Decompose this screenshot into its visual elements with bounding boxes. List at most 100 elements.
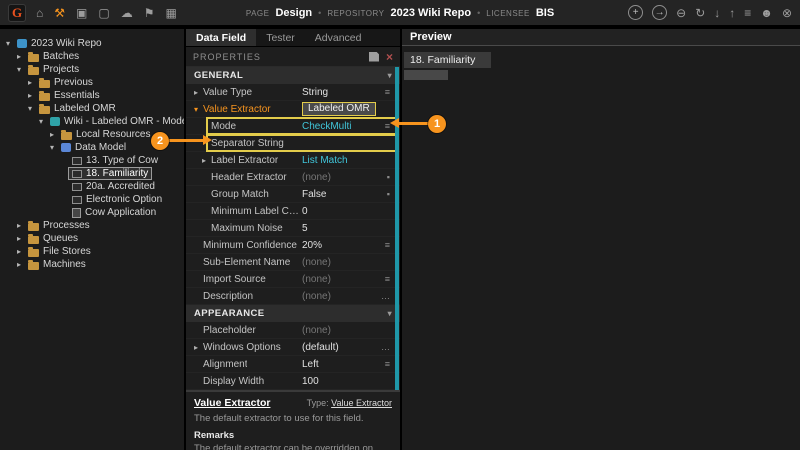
chevron-down-icon: ▾: [388, 309, 392, 318]
preview-item-18-familiarity[interactable]: 18. Familiarity: [404, 52, 491, 68]
help-type-link[interactable]: Value Extractor: [331, 398, 392, 408]
property-value-sub-element-name[interactable]: (none): [302, 257, 390, 268]
menu-icon[interactable]: ≡: [385, 274, 390, 284]
user-icon[interactable]: ☻: [760, 7, 773, 19]
folder-icon: [39, 80, 50, 88]
property-value-label-extractor[interactable]: List Match: [302, 155, 390, 166]
property-value-windows-options[interactable]: (default): [302, 342, 381, 353]
chevron-right-icon[interactable]: ▸: [194, 88, 203, 97]
scrollbar[interactable]: [395, 67, 399, 390]
refresh-icon[interactable]: ↻: [695, 7, 705, 19]
chevron-down-icon[interactable]: ▾: [14, 65, 24, 74]
design-wrench-icon[interactable]: ⚒: [54, 7, 65, 19]
section-header-appearance[interactable]: APPEARANCE▾: [186, 305, 400, 322]
property-value-value-extractor[interactable]: Labeled OMR: [302, 102, 376, 116]
preview-subitem: [404, 70, 448, 80]
chevron-right-icon[interactable]: ▸: [25, 91, 35, 100]
upload-icon[interactable]: ↑: [729, 7, 735, 19]
home-icon[interactable]: ⌂: [36, 7, 43, 19]
chevron-down-icon[interactable]: ▾: [194, 105, 203, 114]
property-value-mode[interactable]: CheckMulti: [302, 121, 385, 132]
tree-item-electronic-option[interactable]: Electronic Option: [0, 193, 184, 206]
chevron-right-icon[interactable]: ▸: [47, 130, 57, 139]
chevron-right-icon[interactable]: ▸: [14, 52, 24, 61]
tree-item-queues[interactable]: ▸Queues: [0, 232, 184, 245]
chevron-down-icon[interactable]: ▾: [47, 143, 57, 152]
property-value-alignment[interactable]: Left: [302, 359, 385, 370]
tree-item-cow-application[interactable]: Cow Application: [0, 206, 184, 219]
tree-item-processes[interactable]: ▸Processes: [0, 219, 184, 232]
menu-icon[interactable]: ≡: [385, 87, 390, 97]
chevron-right-icon[interactable]: ▸: [25, 78, 35, 87]
scrollbar-thumb[interactable]: [395, 67, 399, 390]
dots-icon[interactable]: …: [381, 342, 390, 352]
power-icon[interactable]: ⊗: [782, 7, 792, 19]
tree-item-data-model[interactable]: ▾Data Model: [0, 141, 184, 154]
chevron-right-icon[interactable]: ▸: [14, 234, 24, 243]
property-label: Placeholder: [203, 325, 256, 336]
section-header-general[interactable]: GENERAL▾: [186, 67, 400, 84]
menu-icon[interactable]: ≡: [385, 359, 390, 369]
tab-advanced[interactable]: Advanced: [305, 29, 372, 46]
add-circle-icon[interactable]: +: [628, 5, 643, 20]
tree-item-local-resources[interactable]: ▸Local Resources: [0, 128, 184, 141]
property-value-group-match[interactable]: False: [302, 189, 387, 200]
tree-item-20a-accredited[interactable]: 20a. Accredited: [0, 180, 184, 193]
tree-item-projects[interactable]: ▾Projects: [0, 63, 184, 76]
imports-cloud-icon[interactable]: ☁: [121, 7, 133, 19]
page-value[interactable]: Design: [275, 7, 312, 19]
folder-icon: [28, 223, 39, 231]
tree-item-previous[interactable]: ▸Previous: [0, 76, 184, 89]
tree-item-13-type-of-cow[interactable]: 13. Type of Cow: [0, 154, 184, 167]
chevron-right-icon[interactable]: ▸: [14, 260, 24, 269]
property-value-value-type[interactable]: String: [302, 87, 385, 98]
delete-icon[interactable]: ▢: [98, 7, 109, 19]
property-value-header-extractor[interactable]: (none): [302, 172, 387, 183]
tree-node: Cow Application: [68, 206, 160, 219]
folder-icon: [61, 132, 72, 140]
property-value-placeholder[interactable]: (none): [302, 325, 390, 336]
chevron-right-icon[interactable]: ▸: [14, 221, 24, 230]
tab-data-field[interactable]: Data Field: [186, 29, 256, 46]
chevron-down-icon[interactable]: ▾: [3, 39, 13, 48]
properties-panel: Data Field Tester Advanced PROPERTIES × …: [186, 29, 400, 450]
tree-item-machines[interactable]: ▸Machines: [0, 258, 184, 271]
property-value-maximum-noise[interactable]: 5: [302, 223, 390, 234]
property-value-description[interactable]: (none): [302, 291, 381, 302]
tree-item-essentials[interactable]: ▸Essentials: [0, 89, 184, 102]
tree-item-18-familiarity[interactable]: 18. Familiarity: [0, 167, 184, 180]
dots-icon[interactable]: …: [381, 291, 390, 301]
chevron-down-icon[interactable]: ▾: [25, 104, 35, 113]
property-value-minimum-label-count[interactable]: 0: [302, 206, 390, 217]
download-icon[interactable]: ↓: [714, 7, 720, 19]
chevron-down-icon[interactable]: ▾: [36, 117, 46, 126]
square-icon[interactable]: ▪: [387, 189, 390, 199]
tree-item-file-stores[interactable]: ▸File Stores: [0, 245, 184, 258]
property-label: Value Type: [203, 87, 252, 98]
stats-chart-icon[interactable]: ▦: [165, 7, 176, 19]
chevron-right-icon[interactable]: ▸: [14, 247, 24, 256]
batches-icon[interactable]: ▣: [76, 7, 87, 19]
menu-icon[interactable]: ≡: [385, 121, 390, 131]
exports-flag-icon[interactable]: ⚑: [144, 7, 155, 19]
repository-value[interactable]: 2023 Wiki Repo: [390, 7, 471, 19]
tree-item-batches[interactable]: ▸Batches: [0, 50, 184, 63]
tree-item-wiki-labeled-omr-model[interactable]: ▾Wiki - Labeled OMR - Model: [0, 115, 184, 128]
property-value-minimum-confidence[interactable]: 20%: [302, 240, 385, 251]
menu-icon[interactable]: ≡: [385, 240, 390, 250]
property-value-display-width[interactable]: 100: [302, 376, 390, 387]
close-icon[interactable]: ×: [386, 51, 393, 63]
chevron-right-icon[interactable]: ▸: [194, 343, 203, 352]
chevron-right-icon[interactable]: ▸: [202, 156, 211, 165]
tree-item-2023-wiki-repo[interactable]: ▾2023 Wiki Repo: [0, 37, 184, 50]
property-value-import-source[interactable]: (none): [302, 274, 385, 285]
forward-circle-icon[interactable]: →: [652, 5, 667, 20]
layers-icon[interactable]: ≡: [744, 7, 751, 19]
square-icon[interactable]: ▪: [387, 172, 390, 182]
tab-tester[interactable]: Tester: [256, 29, 305, 46]
grooper-logo[interactable]: G: [8, 4, 26, 22]
zoom-out-icon[interactable]: ⊖: [676, 7, 686, 19]
save-icon[interactable]: [369, 52, 379, 62]
tree-item-labeled-omr[interactable]: ▾Labeled OMR: [0, 102, 184, 115]
property-label: Maximum Noise: [211, 223, 283, 234]
